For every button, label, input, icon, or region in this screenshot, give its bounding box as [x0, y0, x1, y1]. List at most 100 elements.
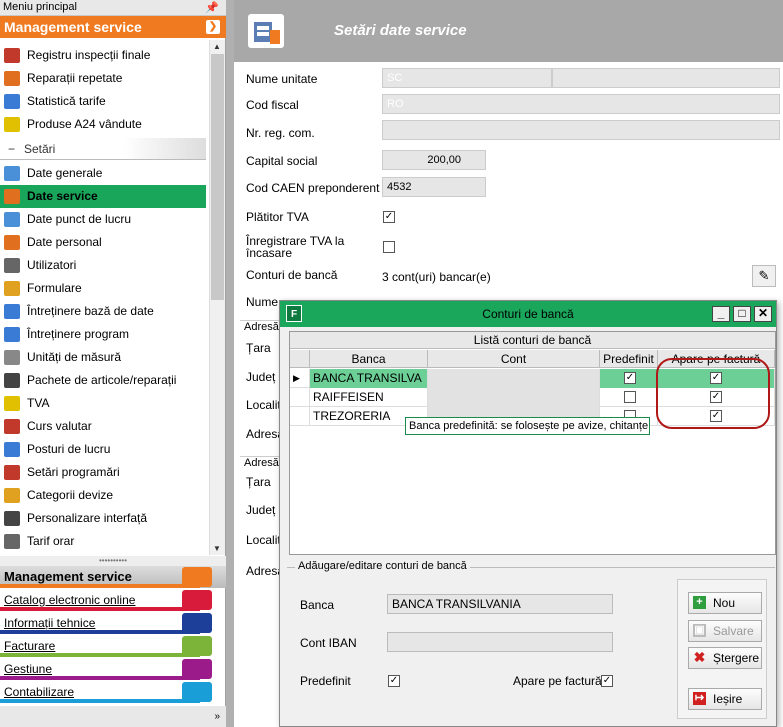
module-informa-ii-tehnice[interactable]: Informații tehnice: [0, 612, 226, 634]
minimize-button[interactable]: _: [712, 306, 730, 322]
splitter-grip[interactable]: ••••••••••: [0, 556, 226, 566]
nav-item-label: TVA: [27, 396, 50, 410]
column-header-cont[interactable]: Cont: [428, 350, 600, 368]
scrollbar-thumb[interactable]: [211, 54, 224, 300]
tva-incasare-checkbox[interactable]: [383, 241, 395, 253]
edit-accounts-button[interactable]: ✎: [752, 265, 776, 287]
capital-social-input[interactable]: 200,00: [382, 150, 486, 170]
module-gestiune[interactable]: Gestiune: [0, 658, 226, 680]
nav-item-label: Formulare: [27, 281, 82, 295]
cell-cont[interactable]: [428, 388, 600, 407]
nav-item-forms[interactable]: Formulare: [0, 277, 206, 300]
edit-apare-checkbox[interactable]: ✓: [601, 675, 613, 687]
localitate-label-2: Localit: [246, 533, 281, 547]
column-header-predefinit[interactable]: Predefinit: [600, 350, 658, 368]
pin-icon[interactable]: 📌: [205, 1, 219, 14]
nav-item-program[interactable]: Întreținere program: [0, 323, 206, 346]
nav-item-scheduling[interactable]: Setări programări: [0, 461, 206, 484]
nav-item-interface[interactable]: Personalizare interfață: [0, 507, 206, 530]
cell-cont[interactable]: [428, 369, 600, 388]
nume-unitate-input[interactable]: SC: [382, 68, 552, 88]
close-button[interactable]: ✕: [754, 306, 772, 322]
nav-item-users[interactable]: Utilizatori: [0, 254, 206, 277]
units-icon: [4, 350, 20, 365]
collapse-minus-icon[interactable]: −: [8, 138, 15, 160]
address-group-title-2: Adresă: [240, 456, 280, 469]
nav-scrollbar[interactable]: ▲ ▼: [209, 40, 225, 555]
new-button[interactable]: + Nou: [688, 592, 762, 614]
capital-social-label: Capital social: [246, 154, 318, 168]
nav-item-chart[interactable]: Statistică tarife: [0, 90, 206, 113]
nav-item-registry[interactable]: Registru inspecții finale: [0, 44, 206, 67]
edit-predefinit-checkbox[interactable]: ✓: [388, 675, 400, 687]
collapse-chevron-icon[interactable]: ❯: [206, 20, 220, 34]
navigation-list: Registru inspecții finale Reparații repet…: [0, 40, 208, 555]
exit-button[interactable]: ↦ Ieșire: [688, 688, 762, 710]
cell-banca[interactable]: RAIFFEISEN: [310, 388, 428, 407]
module-management-service[interactable]: Management service: [0, 566, 226, 588]
nav-item-packages[interactable]: Pachete de articole/reparații: [0, 369, 206, 392]
nav-item-label: Date personal: [27, 235, 102, 249]
nav-item-repair[interactable]: Reparații repetate: [0, 67, 206, 90]
scroll-down-icon[interactable]: ▼: [213, 544, 221, 553]
vat-icon: [4, 396, 20, 411]
module-contabilizare[interactable]: Contabilizare: [0, 681, 226, 703]
cell-banca[interactable]: BANCA TRANSILVA: [310, 369, 428, 388]
module-catalog-electronic-online[interactable]: Catalog electronic online: [0, 589, 226, 611]
nav-item-database[interactable]: Întreținere bază de date: [0, 300, 206, 323]
cell-predefinit[interactable]: ✓: [600, 369, 658, 388]
nav-item-hourly-rate[interactable]: Tarif orar: [0, 530, 206, 553]
scroll-up-icon[interactable]: ▲: [213, 42, 221, 51]
conturi-banca-count: 3 cont(uri) bancar(e): [382, 270, 491, 284]
staff-icon: [4, 235, 20, 250]
nav-item-categories[interactable]: Categorii devize: [0, 484, 206, 507]
cod-fiscal-input[interactable]: RO: [382, 94, 780, 114]
nav-item-label: Pachete de articole/reparații: [27, 373, 177, 387]
nav-item-currency[interactable]: Curs valutar: [0, 415, 206, 438]
pencil-icon: ✎: [758, 268, 770, 283]
currency-icon: [4, 419, 20, 434]
packages-icon: [4, 373, 20, 388]
module-header[interactable]: Management service ❯: [0, 16, 226, 38]
module-header-label: Management service: [4, 19, 142, 35]
nav-item-workstations[interactable]: Posturi de lucru: [0, 438, 206, 461]
nav-item-workpoint[interactable]: Date punct de lucru: [0, 208, 206, 231]
nav-item-vat[interactable]: TVA: [0, 392, 206, 415]
nav-item-service-data[interactable]: Date service: [0, 185, 206, 208]
splitter-bar[interactable]: [226, 0, 234, 727]
nav-item-general-data[interactable]: Date generale: [0, 162, 206, 185]
nav-item-a24[interactable]: Produse A24 vândute: [0, 113, 206, 136]
address-group-title: Adresă: [240, 320, 280, 333]
module-facturare[interactable]: Facturare: [0, 635, 226, 657]
save-icon: ▣: [693, 624, 706, 637]
nr-reg-com-input[interactable]: [382, 120, 780, 140]
service-building-icon: [248, 14, 284, 48]
platitor-tva-checkbox[interactable]: ✓: [383, 211, 395, 223]
edit-iban-input[interactable]: [387, 632, 613, 652]
module-label: Informații tehnice: [4, 616, 96, 630]
edit-banca-input[interactable]: BANCA TRANSILVANIA: [387, 594, 613, 614]
row-indicator-icon: [290, 407, 310, 426]
nume-unitate-input-ext[interactable]: [552, 68, 780, 88]
service-data-icon: [4, 189, 20, 204]
nav-item-label: Registru inspecții finale: [27, 48, 151, 62]
delete-button[interactable]: ✖ Ștergere: [688, 647, 762, 669]
settings-section-header[interactable]: − Setări: [0, 138, 206, 160]
cell-predefinit[interactable]: [600, 388, 658, 407]
nav-item-units[interactable]: Unități de măsură: [0, 346, 206, 369]
column-header-banca[interactable]: Banca: [310, 350, 428, 368]
maximize-button[interactable]: □: [733, 306, 751, 322]
nav-item-label: Tarif orar: [27, 534, 75, 548]
module-footer-chevron[interactable]: »: [0, 706, 226, 727]
save-button[interactable]: ▣ Salvare: [688, 620, 762, 642]
predefinit-checkbox[interactable]: ✓: [624, 372, 636, 384]
predefinit-tooltip: Banca predefinită: se folosește pe avize…: [405, 417, 650, 435]
delete-x-icon: ✖: [693, 649, 706, 665]
nav-item-staff[interactable]: Date personal: [0, 231, 206, 254]
tara-label-2: Țara: [246, 475, 271, 489]
cod-caen-input[interactable]: 4532: [382, 177, 486, 197]
dialog-titlebar[interactable]: F Conturi de bancă _ □ ✕: [280, 301, 776, 327]
nav-item-label: Produse A24 vândute: [27, 117, 142, 131]
nav-item-label: Întreținere bază de date: [27, 304, 154, 318]
predefinit-checkbox[interactable]: [624, 391, 636, 403]
